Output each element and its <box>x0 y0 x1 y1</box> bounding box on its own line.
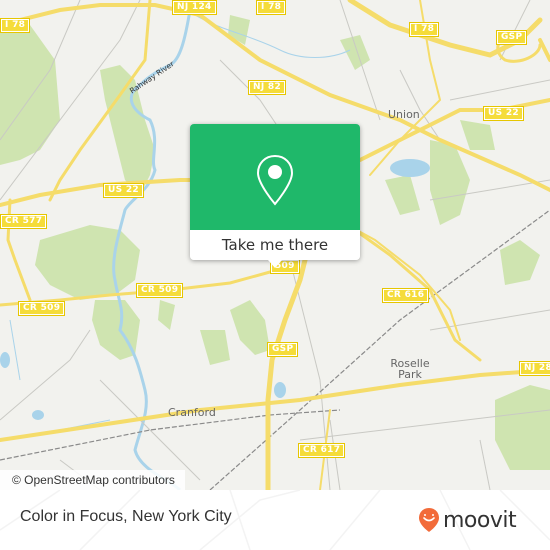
road-shield: CR 616 <box>382 288 430 303</box>
road-shield: I 78 <box>0 18 31 33</box>
road-shield: CR 509 <box>18 301 66 316</box>
road-shield: US 22 <box>103 183 144 198</box>
map[interactable]: I 78 I 78 NJ 124 NJ 82 I 78 GSP US 22 US… <box>0 0 550 490</box>
take-me-there-button[interactable]: Take me there <box>190 230 360 260</box>
map-attribution[interactable]: © OpenStreetMap contributors <box>0 470 185 490</box>
footer: Color in Focus, New York City moovit <box>0 490 550 550</box>
place-label-union: Union <box>388 108 420 121</box>
location-title: Color in Focus, New York City <box>20 508 232 525</box>
road-shield: I 78 <box>409 22 440 37</box>
popup-header <box>190 124 360 230</box>
road-shield: US 22 <box>483 106 524 121</box>
moovit-logo[interactable]: moovit <box>418 506 517 534</box>
road-shield: NJ 82 <box>248 80 287 95</box>
place-label-roselle-park: Roselle Park <box>390 357 430 381</box>
moovit-pin-icon <box>419 508 439 532</box>
place-label-cranford: Cranford <box>168 406 216 419</box>
popup-footer: Take me there <box>190 230 360 260</box>
moovit-logo-text: moovit <box>443 507 517 533</box>
location-popup: Take me there <box>190 124 360 268</box>
map-pin-icon <box>256 154 294 206</box>
road-shield: NJ 124 <box>172 0 217 15</box>
road-shield: NJ 28 <box>519 361 550 376</box>
popup-pointer <box>268 260 282 268</box>
road-shield: I 78 <box>256 0 287 15</box>
road-shield: GSP <box>267 342 299 357</box>
road-shield: CR 617 <box>298 443 346 458</box>
road-shield: CR 509 <box>136 283 184 298</box>
road-shield: CR 577 <box>0 214 48 229</box>
road-shield: GSP <box>496 30 528 45</box>
